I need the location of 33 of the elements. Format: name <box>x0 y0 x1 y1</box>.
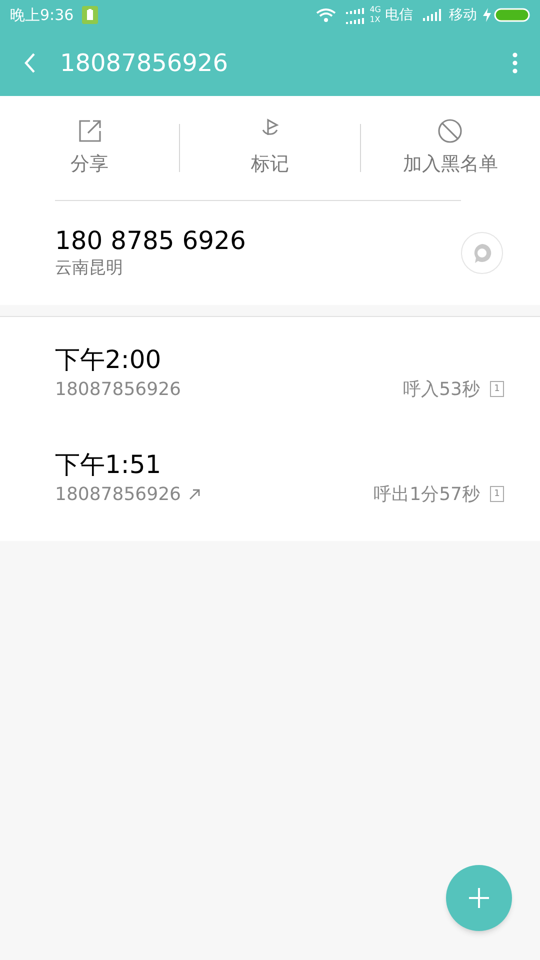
call-log-row[interactable]: 下午1:51 18087856926 呼出1分57秒 1 <box>0 426 540 531</box>
carrier-name: 电信 <box>385 6 413 24</box>
phone-number: 180 8785 6926 <box>55 224 247 256</box>
battery-saver-icon <box>82 6 98 24</box>
status-time: 晚上9:36 <box>10 4 74 26</box>
call-duration: 呼出1分57秒 <box>374 482 480 507</box>
call-time: 下午2:00 <box>55 344 162 376</box>
sim-card-icon: 1 <box>490 486 504 502</box>
charging-icon <box>483 8 491 22</box>
phone-location: 云南昆明 <box>55 256 124 280</box>
battery-icon <box>494 8 530 22</box>
block-icon <box>437 118 464 144</box>
call-number: 18087856926 <box>55 482 181 507</box>
back-icon <box>24 53 36 73</box>
sim-card-icon: 1 <box>490 381 504 398</box>
call-number: 18087856926 <box>55 378 181 402</box>
action-button[interactable]: 分享 <box>0 96 180 200</box>
action-button[interactable]: 加入黑名单 <box>360 96 540 200</box>
network-type: 4G <box>370 6 381 14</box>
add-button[interactable] <box>446 865 512 931</box>
carrier-name: 移动 <box>449 6 477 24</box>
wifi-icon <box>316 8 336 22</box>
call-duration: 呼入53秒 <box>403 378 480 402</box>
add-icon <box>468 887 490 909</box>
call-time: 下午1:51 <box>55 449 162 481</box>
message-button[interactable] <box>461 232 503 274</box>
call-log-row[interactable]: 下午2:00 18087856926 呼入53秒 1 <box>0 321 540 426</box>
more-icon <box>512 52 518 74</box>
action-button[interactable]: 标记 <box>180 96 360 200</box>
page-title: 18087856926 <box>60 48 229 79</box>
signal-icon <box>423 9 441 21</box>
share-icon <box>76 118 103 144</box>
network-type: 1X <box>370 16 381 24</box>
